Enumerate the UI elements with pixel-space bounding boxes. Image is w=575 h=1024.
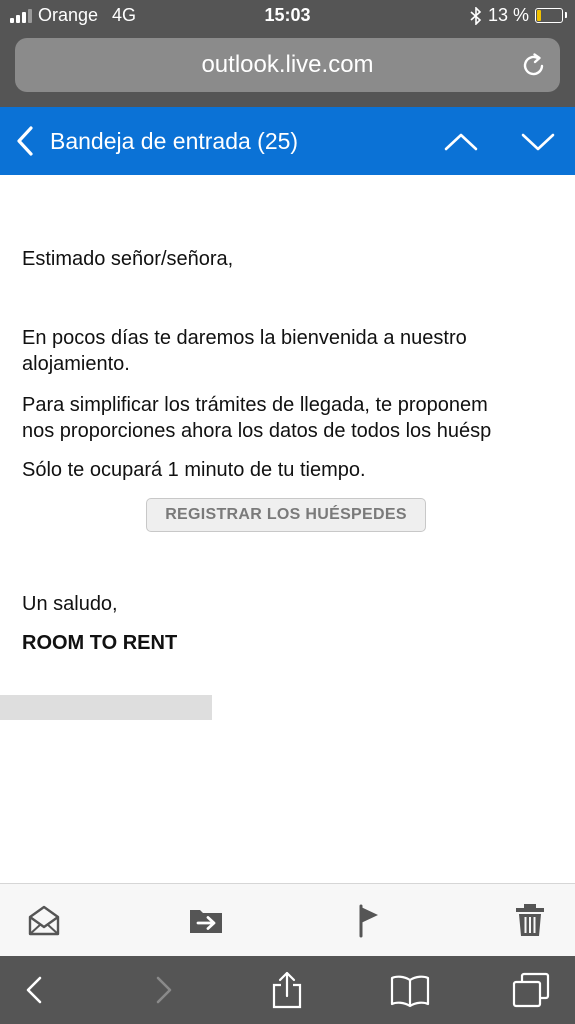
previous-message-icon[interactable] <box>443 132 479 152</box>
email-paragraph-1-line-2: alojamiento. <box>22 353 130 375</box>
bluetooth-icon <box>470 6 482 25</box>
status-bar: Orange 4G 15:03 13 % <box>0 0 575 32</box>
browser-toolbar <box>0 956 575 1024</box>
footer-placeholder-bar <box>0 695 212 720</box>
bookmarks-icon[interactable] <box>390 970 430 1010</box>
mail-header: Bandeja de entrada (25) <box>0 107 575 175</box>
mark-read-icon[interactable] <box>26 902 62 938</box>
browser-forward-icon[interactable] <box>142 970 182 1010</box>
browser-back-icon[interactable] <box>16 970 56 1010</box>
email-paragraph-2-line-1: Para simplificar los trámites de llegada… <box>22 394 488 416</box>
share-icon[interactable] <box>267 970 307 1010</box>
battery-percent: 13 % <box>487 5 529 25</box>
email-closing: Un saludo, <box>22 593 118 615</box>
email-greeting: Estimado señor/señora, <box>22 248 234 270</box>
delete-icon[interactable] <box>512 902 548 938</box>
back-chevron-icon[interactable] <box>14 125 36 157</box>
status-right: 13 % <box>470 5 567 26</box>
inbox-title[interactable]: Bandeja de entrada (25) <box>50 128 298 155</box>
browser-address-area: outlook.live.com <box>0 32 575 107</box>
reload-icon[interactable] <box>520 51 548 79</box>
battery-icon <box>535 8 567 23</box>
email-paragraph-3: Sólo te ocupará 1 minuto de tu tiempo. <box>22 459 366 481</box>
email-paragraph-2-line-2: nos proporciones ahora los datos de todo… <box>22 420 492 442</box>
address-bar[interactable]: outlook.live.com <box>15 38 560 92</box>
move-to-folder-icon[interactable] <box>188 902 224 938</box>
register-guests-button[interactable]: REGISTRAR LOS HUÉSPEDES <box>146 498 426 532</box>
email-signature: ROOM TO RENT <box>22 632 178 654</box>
tabs-icon[interactable] <box>511 970 551 1010</box>
message-action-toolbar <box>0 883 575 956</box>
email-paragraph-1-line-1: En pocos días te daremos la bienvenida a… <box>22 327 467 349</box>
flag-icon[interactable] <box>352 902 388 938</box>
next-message-icon[interactable] <box>520 132 556 152</box>
url-text[interactable]: outlook.live.com <box>15 51 560 79</box>
